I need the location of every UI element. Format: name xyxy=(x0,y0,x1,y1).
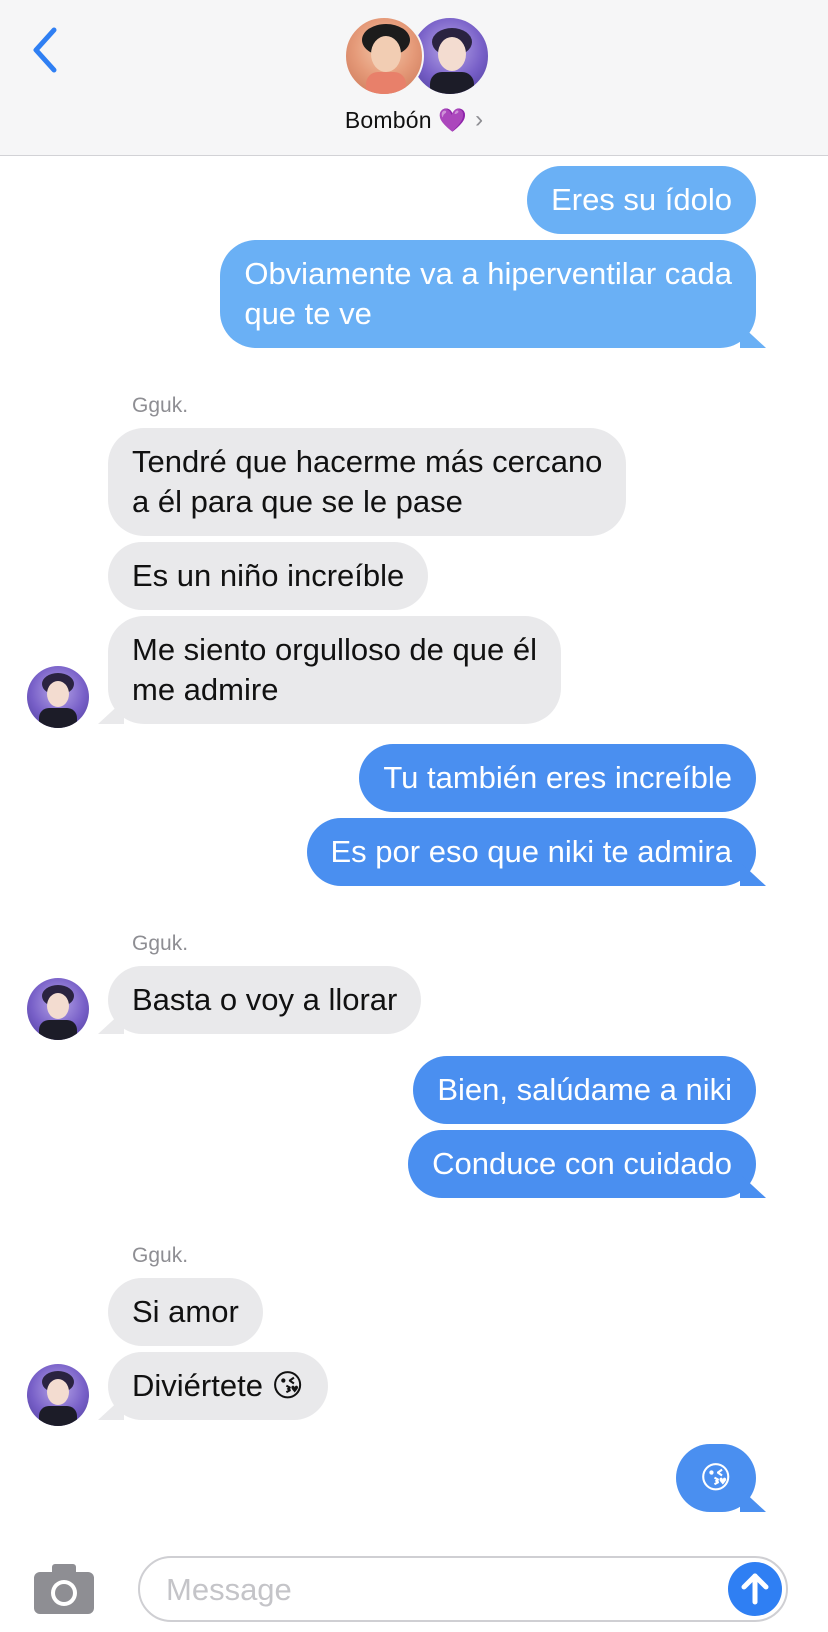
avatar[interactable] xyxy=(27,978,89,1040)
message-bubble-outgoing[interactable]: Tu también eres increíble xyxy=(359,744,756,812)
message-text: Eres su ídolo xyxy=(551,182,732,217)
message-text: Bien, salúdame a niki xyxy=(437,1072,732,1107)
message-input-placeholder: Message xyxy=(166,1572,292,1607)
message-text-line: Me siento orgulloso de que él xyxy=(132,632,537,667)
message-bubble-outgoing[interactable]: Bien, salúdame a niki xyxy=(413,1056,756,1124)
message-bubble-incoming[interactable]: Tendré que hacerme más cercano a él para… xyxy=(108,428,627,536)
sender-name: Gguk. xyxy=(132,1244,189,1267)
message-bubble-outgoing[interactable]: 😘 xyxy=(675,1444,756,1512)
avatar[interactable] xyxy=(27,666,89,728)
contact-name: Bombón 💜 xyxy=(344,106,468,133)
sender-name: Gguk. xyxy=(132,932,189,955)
message-text: Tu también eres increíble xyxy=(383,760,732,795)
camera-button[interactable] xyxy=(32,1562,96,1616)
message-bubble-incoming[interactable]: Basta o voy a llorar xyxy=(108,966,422,1034)
message-text: 😘 xyxy=(699,1460,732,1495)
group-avatars[interactable] xyxy=(344,16,490,98)
messages-screen: Bombón 💜 › Eres su ídolo Obviamente va a… xyxy=(0,0,828,1632)
message-text: Conduce con cuidado xyxy=(432,1146,732,1181)
arrow-up-icon xyxy=(741,1573,769,1605)
message-bubble-outgoing[interactable]: Obviamente va a hiperventilar cada que t… xyxy=(220,240,756,348)
chevron-right-icon: › xyxy=(475,106,484,133)
conversation-header: Bombón 💜 › xyxy=(0,0,828,156)
message-bubble-outgoing[interactable]: Conduce con cuidado xyxy=(408,1130,756,1198)
message-text: Diviértete 😘 xyxy=(132,1368,304,1403)
contact-name-button[interactable]: Bombón 💜 › xyxy=(0,100,828,140)
chevron-left-icon xyxy=(33,27,57,73)
back-button[interactable] xyxy=(26,24,66,76)
camera-icon xyxy=(34,1564,94,1614)
send-button[interactable] xyxy=(728,1562,782,1616)
message-text-line: que te ve xyxy=(244,296,372,331)
message-bubble-outgoing[interactable]: Eres su ídolo xyxy=(527,166,756,234)
message-text-line: Tendré que hacerme más cercano xyxy=(132,444,603,479)
sender-name: Gguk. xyxy=(132,394,189,417)
avatar xyxy=(344,16,424,96)
message-text-line: me admire xyxy=(132,672,279,707)
message-text: Es un niño increíble xyxy=(132,558,405,593)
message-text: Basta o voy a llorar xyxy=(132,982,398,1017)
message-bubble-incoming[interactable]: Me siento orgulloso de que él me admire xyxy=(108,616,561,724)
message-bubble-incoming[interactable]: Si amor xyxy=(108,1278,263,1346)
message-bubble-incoming[interactable]: Es un niño increíble xyxy=(108,542,429,610)
message-text-line: a él para que se le pase xyxy=(132,484,463,519)
message-bubble-outgoing[interactable]: Es por eso que niki te admira xyxy=(306,818,756,886)
message-text: Si amor xyxy=(132,1294,239,1329)
message-text: Es por eso que niki te admira xyxy=(330,834,733,869)
message-input[interactable]: Message xyxy=(138,1556,788,1622)
avatar[interactable] xyxy=(27,1364,89,1426)
message-bubble-incoming[interactable]: Diviértete 😘 xyxy=(108,1352,328,1420)
message-text-line: Obviamente va a hiperventilar cada xyxy=(244,256,732,291)
